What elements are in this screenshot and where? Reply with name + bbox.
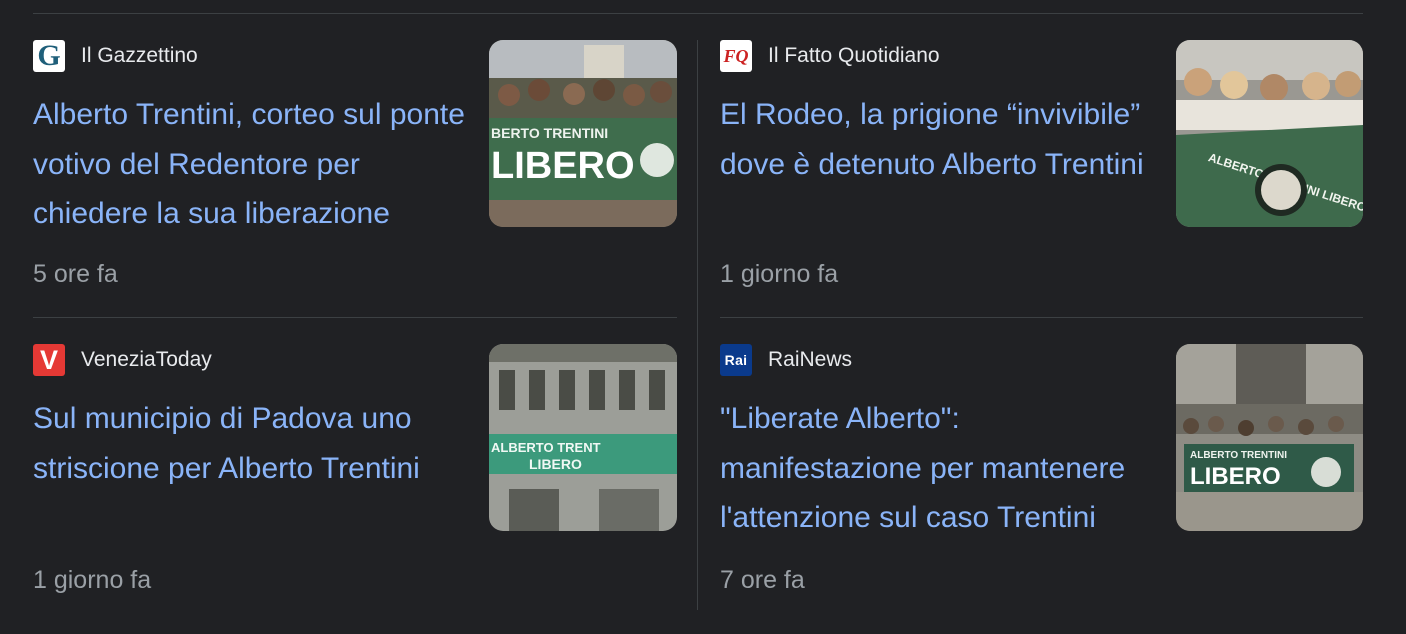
source-row: G Il Gazzettino [33, 40, 198, 72]
article-title-link[interactable]: Sul municipio di Padova uno striscione p… [33, 394, 473, 493]
gazzettino-logo-icon: G [33, 40, 65, 72]
source-row: Rai RaiNews [720, 344, 852, 376]
top-divider [33, 13, 1363, 14]
article-title-link[interactable]: Alberto Trentini, corteo sul ponte votiv… [33, 90, 473, 239]
protest-banner-photo: BERTO TRENTINI LIBERO [489, 40, 677, 227]
article-thumbnail[interactable]: ALBERTO TRENT LIBERO [489, 344, 677, 531]
venezia-today-logo-icon: V [33, 344, 65, 376]
news-card[interactable]: FQ Il Fatto Quotidiano El Rodeo, la prig… [720, 40, 1364, 330]
source-name: VeneziaToday [81, 348, 212, 371]
banner-text-line: BERTO TRENTINI [491, 125, 608, 141]
article-time: 1 giorno fa [720, 260, 839, 288]
article-thumbnail[interactable]: BERTO TRENTINI LIBERO [489, 40, 677, 227]
news-card[interactable]: Rai RaiNews "Liberate Alberto": manifest… [720, 344, 1364, 634]
article-title-link[interactable]: "Liberate Alberto": manifestazione per m… [720, 394, 1160, 543]
rai-news-logo-icon: Rai [720, 344, 752, 376]
building-banner-photo: ALBERTO TRENT LIBERO [489, 344, 677, 531]
source-name: Il Fatto Quotidiano [768, 44, 940, 67]
article-time: 5 ore fa [33, 260, 118, 288]
banner-text-line: ALBERTO TRENT [491, 440, 601, 455]
source-row: FQ Il Fatto Quotidiano [720, 40, 940, 72]
banner-text-line: ALBERTO TRENTINI [1190, 450, 1287, 461]
protest-banner-photo: ALBERTO TRENTINI LIBERO [1176, 344, 1363, 531]
article-title-link[interactable]: El Rodeo, la prigione “invivibile” dove … [720, 90, 1160, 189]
news-card[interactable]: G Il Gazzettino Alberto Trentini, corteo… [33, 40, 677, 330]
article-time: 1 giorno fa [33, 566, 152, 594]
source-name: Il Gazzettino [81, 44, 198, 67]
source-row: V VeneziaToday [33, 344, 212, 376]
banner-text-line: LIBERO [1190, 463, 1281, 490]
fatto-quotidiano-logo-icon: FQ [720, 40, 752, 72]
article-time: 7 ore fa [720, 566, 805, 594]
article-thumbnail[interactable]: ALBERTO TRENTINI LIBERO [1176, 344, 1363, 531]
article-thumbnail[interactable]: ALBERTO TRENTINI LIBERO [1176, 40, 1363, 227]
banner-text-line: LIBERO [529, 456, 582, 472]
news-card[interactable]: V VeneziaToday Sul municipio di Padova u… [33, 344, 677, 634]
source-name: RaiNews [768, 348, 853, 371]
banner-text-line: LIBERO [491, 145, 635, 187]
protest-banner-photo: ALBERTO TRENTINI LIBERO [1176, 40, 1363, 227]
column-divider [697, 40, 698, 610]
